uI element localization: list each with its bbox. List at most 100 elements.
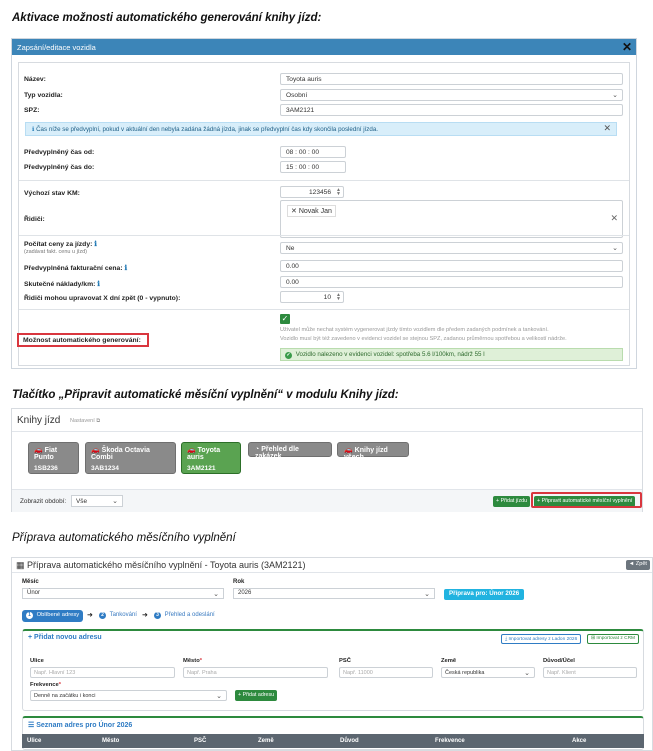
month-select[interactable]: Únor ⌄: [22, 588, 224, 599]
info-icon: ℹ: [97, 281, 100, 288]
frequency-label: Frekvence*: [30, 682, 61, 688]
preparation-panel: ▦ Příprava automatického měsíčního vypln…: [11, 557, 653, 751]
time-to-input[interactable]: 15 : 00 : 00: [280, 161, 346, 173]
divider: [19, 180, 629, 181]
step-number: 2: [99, 612, 106, 619]
driver-multiselect[interactable]: ✕ Novak Jan ✕: [280, 200, 623, 238]
vehicle-button-skoda[interactable]: 🚗 Škoda Octavia Combi 3AB1234: [85, 442, 176, 474]
add-address-card: + Přidat novou adresu ⤓ Importovat adres…: [22, 629, 644, 711]
step-favorite-addresses[interactable]: 1 Oblíbené adresy: [22, 610, 84, 622]
city-input[interactable]: Např. Praha: [183, 667, 328, 678]
month-select-value: Únor: [27, 590, 41, 596]
import-ladon-label: Importovat adresy z Ladon 2026: [508, 637, 578, 642]
car-icon: 🚗: [187, 447, 196, 454]
city-label-text: Město: [183, 658, 200, 664]
year-select[interactable]: 2026 ⌄: [233, 588, 435, 599]
step-number: 3: [154, 612, 161, 619]
price-select-value: Ne: [286, 245, 295, 252]
period-select[interactable]: Vše ⌄: [71, 495, 123, 507]
step-label: Přehled a odeslání: [164, 612, 215, 618]
price-select[interactable]: Ne ⌄: [280, 242, 623, 254]
import-icon: ⊞: [591, 636, 596, 641]
col-header: Ulice: [27, 738, 42, 744]
km-label: Výchozí stav KM:: [24, 190, 80, 197]
car-icon: 🚗: [344, 447, 353, 454]
download-icon: ⤓: [505, 637, 508, 642]
year-label: Rok: [233, 579, 245, 585]
time-from-label: Předvyplněný čas od:: [24, 149, 95, 156]
frequency-label-text: Frekvence: [30, 682, 59, 688]
heading-activation: Aktivace možnosti automatického generová…: [12, 12, 322, 24]
add-address-button[interactable]: + Přidat adresu: [235, 690, 278, 701]
back-button[interactable]: ◄ Zpět: [625, 560, 650, 570]
country-select[interactable]: Česká republika ⌄: [441, 667, 535, 678]
step-number: 1: [26, 612, 33, 619]
overview-by-order-button[interactable]: ◔ Přehled dle zakázek: [248, 442, 332, 460]
auto-generation-checkbox[interactable]: ✓: [280, 314, 290, 324]
close-icon[interactable]: ✕: [603, 123, 611, 134]
spz-input[interactable]: 3AM2121: [280, 104, 623, 116]
clear-icon[interactable]: ✕: [610, 213, 618, 224]
step-overview[interactable]: 3 Přehled a odeslání: [154, 612, 215, 619]
street-input[interactable]: Např. Hlavní 123: [30, 667, 175, 678]
list-icon: ☰: [28, 722, 35, 729]
remove-icon[interactable]: ✕: [291, 208, 297, 215]
info-alert: ℹ Čas níže se předvyplní, pokud v aktuál…: [25, 122, 617, 136]
step-refueling[interactable]: 2 Tankování: [99, 612, 137, 619]
chevron-down-icon: ⌄: [612, 92, 618, 99]
cost-label-text: Skutečné náklady/km:: [24, 281, 96, 288]
vehicle-button-fiat[interactable]: 🚗 Fiat Punto 1SB236: [28, 442, 79, 474]
heading-button: Tlačítko „Připravit automatické měsíční …: [12, 389, 399, 401]
col-header: Důvod: [340, 738, 359, 744]
add-trip-button[interactable]: + Přidat jízdu: [493, 496, 531, 507]
modal-title: Zapsání/editace vozidla: [17, 43, 96, 52]
price-label-text: Počítat ceny za jízdy:: [24, 241, 93, 248]
frequency-select[interactable]: Denně na začátku i konci ⌄: [30, 690, 227, 701]
address-list-title-text: Seznam adres pro Únor 2026: [36, 722, 133, 729]
arrow-right-icon: ➜: [87, 612, 93, 619]
address-table-header: Ulice Město PSČ Země Důvod Frekvence Akc…: [22, 734, 644, 748]
divider: [12, 431, 642, 432]
preparation-title: ▦ Příprava automatického měsíčního vypln…: [16, 560, 306, 571]
type-select[interactable]: Osobní ⌄: [280, 89, 623, 101]
zip-label: PSČ: [339, 658, 351, 664]
type-label: Typ vozidla:: [24, 92, 63, 99]
vehicle-name: Škoda Octavia Combi: [91, 447, 150, 461]
vehicle-button-toyota[interactable]: 🚗 Toyota auris 3AM2121: [181, 442, 241, 474]
heading-preparation: Příprava automatického měsíčního vyplněn…: [12, 532, 236, 544]
col-header: Frekvence: [435, 738, 465, 744]
invoice-input[interactable]: 0.00: [280, 260, 623, 272]
info-alert-text: Čas níže se předvyplní, pokud v aktuální…: [36, 126, 378, 133]
trip-books-title: Knihy jízd: [17, 415, 61, 426]
time-from-input[interactable]: 08 : 00 : 00: [280, 146, 346, 158]
success-alert: ✓ Vozidlo nalezeno v evidenci vozidel: s…: [280, 348, 623, 361]
settings-link-label: Nastavení: [70, 418, 95, 424]
check-circle-icon: ✓: [285, 352, 292, 359]
period-label: Zobrazit období:: [20, 498, 67, 505]
km-value: 123456: [308, 189, 331, 196]
auto-generation-label: Možnost automatického generování:: [17, 333, 149, 347]
all-books-button[interactable]: 🚗 Knihy jízd všech: [337, 442, 409, 461]
arrow-right-icon: ➜: [142, 612, 148, 619]
country-label: Země: [441, 658, 457, 664]
success-text: Vozidlo nalezeno v evidenci vozidel: spo…: [295, 351, 485, 358]
days-value: 10: [323, 294, 331, 301]
km-input[interactable]: 123456 ▲ ▼: [280, 186, 344, 198]
close-icon[interactable]: ✕: [622, 40, 632, 54]
chevron-down-icon: ⌄: [612, 245, 618, 252]
name-input[interactable]: Toyota auris: [280, 73, 623, 85]
spinner-icon[interactable]: ▲ ▼: [336, 293, 341, 302]
street-label: Ulice: [30, 658, 44, 664]
divider: [19, 235, 629, 236]
reason-input[interactable]: Např. Klient: [543, 667, 637, 678]
zip-input[interactable]: Např. 11000: [339, 667, 433, 678]
info-icon: ℹ: [32, 126, 35, 133]
import-ladon-button[interactable]: ⤓ Importovat adresy z Ladon 2026: [501, 634, 582, 644]
auto-generation-help: Uživatel může nechat systém vygenerovat …: [280, 326, 600, 343]
settings-link[interactable]: Nastavení ⧉: [70, 418, 100, 425]
cost-input[interactable]: 0.00: [280, 276, 623, 288]
spinner-icon[interactable]: ▲ ▼: [336, 188, 341, 197]
days-input[interactable]: 10 ▲ ▼: [280, 291, 344, 303]
import-crm-button[interactable]: ⊞ Importovat z CRM: [587, 634, 640, 644]
driver-tag[interactable]: ✕ Novak Jan: [287, 205, 336, 217]
